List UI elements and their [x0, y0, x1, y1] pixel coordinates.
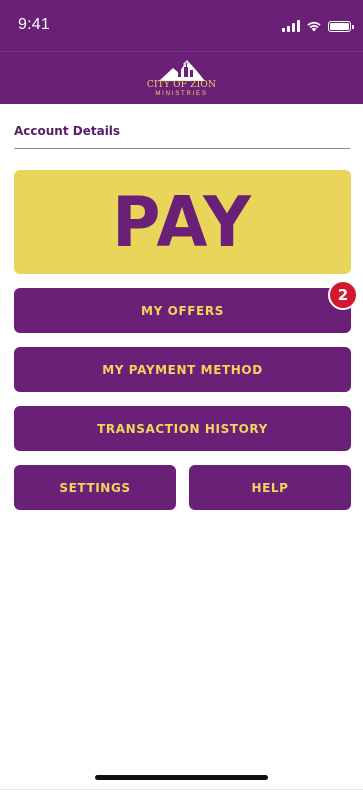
- app-screen: 9:41 CITY OF ZION MINISTRIES Account Det…: [0, 0, 363, 793]
- offers-count-badge: 2: [328, 280, 358, 310]
- home-indicator[interactable]: [95, 775, 268, 780]
- settings-label: SETTINGS: [59, 480, 131, 495]
- battery-icon: [328, 20, 354, 32]
- city-of-zion-logo: CITY OF ZION MINISTRIES: [0, 56, 363, 102]
- wifi-icon: [307, 21, 321, 32]
- section-title: Account Details: [14, 124, 121, 138]
- logo-subtitle: MINISTRIES: [155, 91, 208, 97]
- my-payment-method-label: MY PAYMENT METHOD: [102, 362, 263, 377]
- status-bar: 9:41: [0, 0, 363, 52]
- my-offers-label: MY OFFERS: [141, 303, 224, 318]
- signal-icon: [282, 20, 300, 32]
- my-payment-method-button[interactable]: MY PAYMENT METHOD: [14, 347, 351, 392]
- bottom-edge: [0, 789, 363, 790]
- transaction-history-button[interactable]: TRANSACTION HISTORY: [14, 406, 351, 451]
- header-bar: 9:41 CITY OF ZION MINISTRIES: [0, 0, 363, 104]
- help-button[interactable]: HELP: [189, 465, 351, 510]
- section-divider: [14, 148, 350, 149]
- pay-button-label: PAY: [112, 181, 253, 263]
- help-label: HELP: [251, 480, 289, 495]
- status-time: 9:41: [18, 16, 50, 33]
- pay-button[interactable]: PAY: [14, 170, 351, 274]
- logo-title: CITY OF ZION: [146, 80, 217, 90]
- status-icons: [282, 19, 354, 33]
- transaction-history-label: TRANSACTION HISTORY: [97, 421, 268, 436]
- settings-button[interactable]: SETTINGS: [14, 465, 176, 510]
- mountain-icon: [158, 60, 205, 81]
- my-offers-button[interactable]: MY OFFERS: [14, 288, 351, 333]
